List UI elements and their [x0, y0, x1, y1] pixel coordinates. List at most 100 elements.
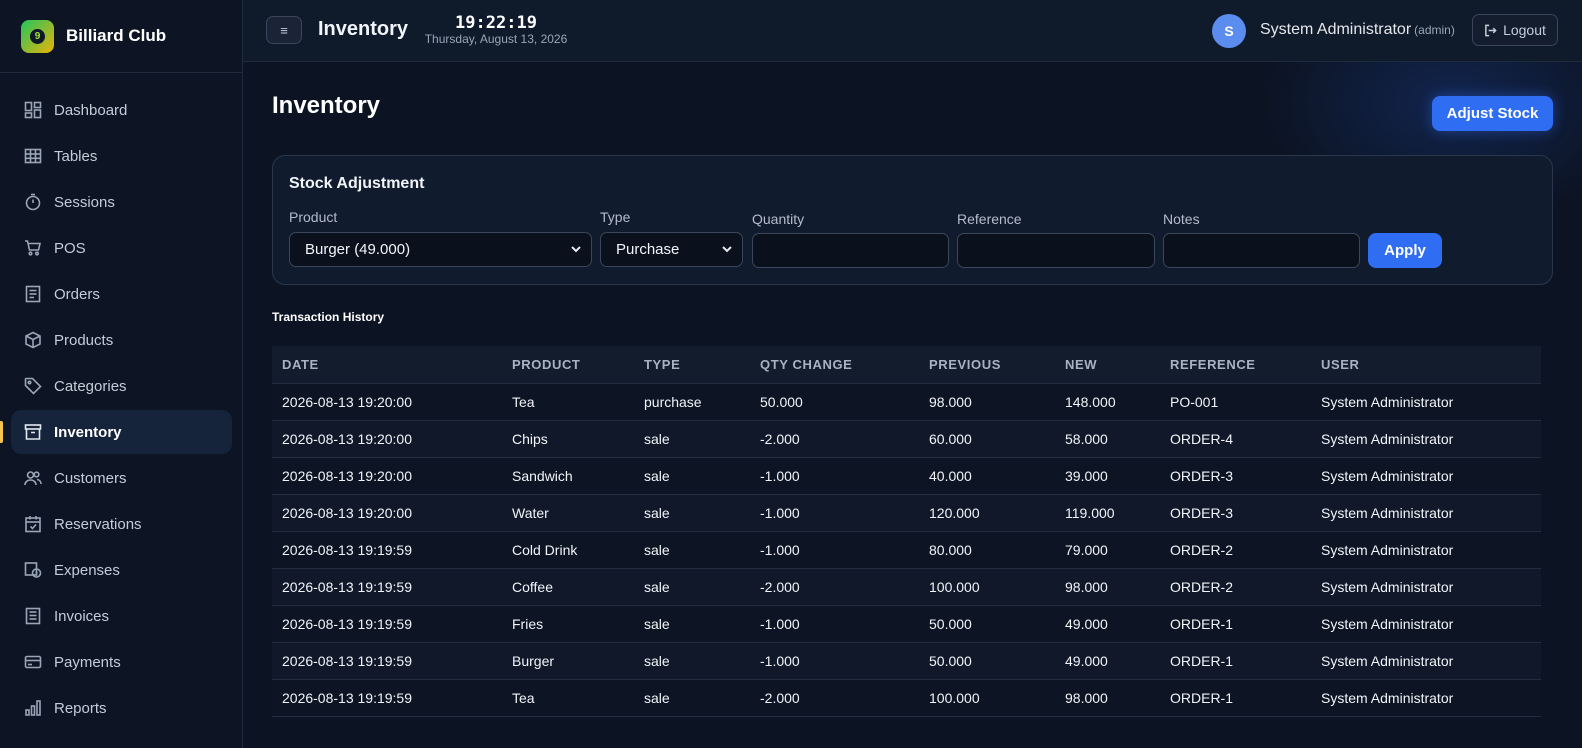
table-grid-icon — [24, 148, 42, 164]
clock-date: Thursday, August 13, 2026 — [424, 32, 568, 46]
cell-previous: 100.000 — [919, 679, 1055, 717]
column-header-user[interactable]: USER — [1311, 346, 1541, 384]
column-header-date[interactable]: DATE — [272, 346, 502, 384]
sidebar-item-label: Sessions — [54, 193, 115, 211]
cell-previous: 40.000 — [919, 457, 1055, 495]
sidebar-item-products[interactable]: Products — [11, 318, 232, 362]
menu-toggle-button[interactable]: ≡ — [266, 16, 302, 44]
column-header-previous[interactable]: PREVIOUS — [919, 346, 1055, 384]
cell-reference: ORDER-1 — [1160, 642, 1311, 680]
cell-product: Burger — [502, 642, 634, 680]
cell-type: sale — [634, 420, 750, 458]
stopwatch-icon — [25, 193, 41, 211]
cell-qty-change: -1.000 — [750, 605, 919, 643]
cell-new: 49.000 — [1055, 605, 1160, 643]
type-select[interactable]: Purchase — [600, 232, 743, 267]
cell-product: Sandwich — [502, 457, 634, 495]
sidebar-item-invoices[interactable]: Invoices — [11, 594, 232, 638]
archive-icon — [24, 424, 42, 440]
avatar[interactable]: S — [1212, 14, 1246, 48]
cell-type: sale — [634, 494, 750, 532]
sidebar-item-tables[interactable]: Tables — [11, 134, 232, 178]
transaction-history-title: Transaction History — [272, 310, 385, 324]
sidebar-item-label: Reservations — [54, 515, 142, 533]
cell-reference: ORDER-2 — [1160, 531, 1311, 569]
cell-date: 2026-08-13 19:19:59 — [272, 605, 502, 643]
cell-new: 98.000 — [1055, 679, 1160, 717]
sidebar-item-sessions[interactable]: Sessions — [11, 180, 232, 224]
cell-new: 39.000 — [1055, 457, 1160, 495]
cell-new: 49.000 — [1055, 642, 1160, 680]
bar-chart-icon — [25, 700, 41, 716]
cell-user: System Administrator — [1311, 494, 1541, 532]
cart-icon — [25, 240, 42, 256]
tag-icon — [24, 377, 42, 395]
cell-date: 2026-08-13 19:20:00 — [272, 383, 502, 421]
column-header-new[interactable]: NEW — [1055, 346, 1160, 384]
cell-previous: 50.000 — [919, 642, 1055, 680]
cell-date: 2026-08-13 19:20:00 — [272, 457, 502, 495]
table-row: 2026-08-13 19:20:00 Chips sale -2.000 60… — [272, 420, 1541, 458]
sidebar-item-orders[interactable]: Orders — [11, 272, 232, 316]
table-row: 2026-08-13 19:20:00 Tea purchase 50.000 … — [272, 383, 1541, 421]
apply-button[interactable]: Apply — [1368, 233, 1442, 268]
reference-input[interactable] — [957, 233, 1155, 268]
cell-qty-change: -1.000 — [750, 494, 919, 532]
cell-product: Water — [502, 494, 634, 532]
cell-qty-change: -2.000 — [750, 679, 919, 717]
cell-type: sale — [634, 679, 750, 717]
brand[interactable]: 9 Billiard Club — [0, 0, 242, 73]
cell-qty-change: 50.000 — [750, 383, 919, 421]
adjust-stock-button[interactable]: Adjust Stock — [1432, 96, 1553, 131]
sidebar-item-reports[interactable]: Reports — [11, 686, 232, 730]
cell-product: Cold Drink — [502, 531, 634, 569]
table-row: 2026-08-13 19:19:59 Coffee sale -2.000 1… — [272, 568, 1541, 606]
sidebar-item-customers[interactable]: Customers — [11, 456, 232, 500]
sidebar-nav: Dashboard Tables Sessions POS Orders Pro… — [0, 73, 242, 730]
credit-card-icon — [24, 655, 42, 669]
sidebar-item-inventory[interactable]: Inventory — [0, 410, 232, 454]
quantity-input[interactable] — [752, 233, 949, 268]
sidebar-item-expenses[interactable]: Expenses — [11, 548, 232, 592]
cell-previous: 50.000 — [919, 605, 1055, 643]
notes-input[interactable] — [1163, 233, 1360, 268]
cell-type: purchase — [634, 383, 750, 421]
clock: 19:22:19 Thursday, August 13, 2026 — [421, 14, 571, 46]
notes-label: Notes — [1163, 211, 1200, 227]
table-row: 2026-08-13 19:19:59 Cold Drink sale -1.0… — [272, 531, 1541, 569]
logout-button[interactable]: Logout — [1472, 14, 1558, 46]
cell-new: 98.000 — [1055, 568, 1160, 606]
table-header-row: DATE PRODUCT TYPE QTY CHANGE PREVIOUS NE… — [272, 346, 1541, 384]
sidebar-item-categories[interactable]: Categories — [11, 364, 232, 408]
column-header-reference[interactable]: REFERENCE — [1160, 346, 1311, 384]
table-row: 2026-08-13 19:20:00 Water sale -1.000 12… — [272, 494, 1541, 532]
product-select[interactable]: Burger (49.000) — [289, 232, 592, 267]
sidebar-item-label: Inventory — [54, 423, 122, 441]
column-header-type[interactable]: TYPE — [634, 346, 750, 384]
user-info: System Administrator (admin) — [1260, 21, 1455, 39]
table-row: 2026-08-13 19:20:00 Sandwich sale -1.000… — [272, 457, 1541, 495]
column-header-product[interactable]: PRODUCT — [502, 346, 634, 384]
sidebar-item-label: Invoices — [54, 607, 110, 625]
cell-reference: PO-001 — [1160, 383, 1311, 421]
cell-user: System Administrator — [1311, 679, 1541, 717]
sidebar-item-payments[interactable]: Payments — [11, 640, 232, 684]
reference-label: Reference — [957, 211, 1022, 227]
table-row: 2026-08-13 19:19:59 Fries sale -1.000 50… — [272, 605, 1541, 643]
cell-qty-change: -1.000 — [750, 531, 919, 569]
sidebar-item-pos[interactable]: POS — [11, 226, 232, 270]
sidebar-item-label: Expenses — [54, 561, 120, 579]
cell-product: Tea — [502, 679, 634, 717]
users-icon — [24, 471, 42, 486]
sidebar: 9 Billiard Club Dashboard Tables Session… — [0, 0, 243, 748]
page-title: Inventory — [272, 92, 381, 119]
sidebar-item-reservations[interactable]: Reservations — [11, 502, 232, 546]
transaction-table: DATE PRODUCT TYPE QTY CHANGE PREVIOUS NE… — [272, 346, 1541, 717]
cell-user: System Administrator — [1311, 531, 1541, 569]
chevron-down-icon — [571, 246, 581, 253]
cell-user: System Administrator — [1311, 642, 1541, 680]
column-header-qty-change[interactable]: QTY CHANGE — [750, 346, 919, 384]
brand-name: Billiard Club — [66, 26, 167, 45]
cell-date: 2026-08-13 19:19:59 — [272, 531, 502, 569]
sidebar-item-dashboard[interactable]: Dashboard — [11, 88, 232, 132]
